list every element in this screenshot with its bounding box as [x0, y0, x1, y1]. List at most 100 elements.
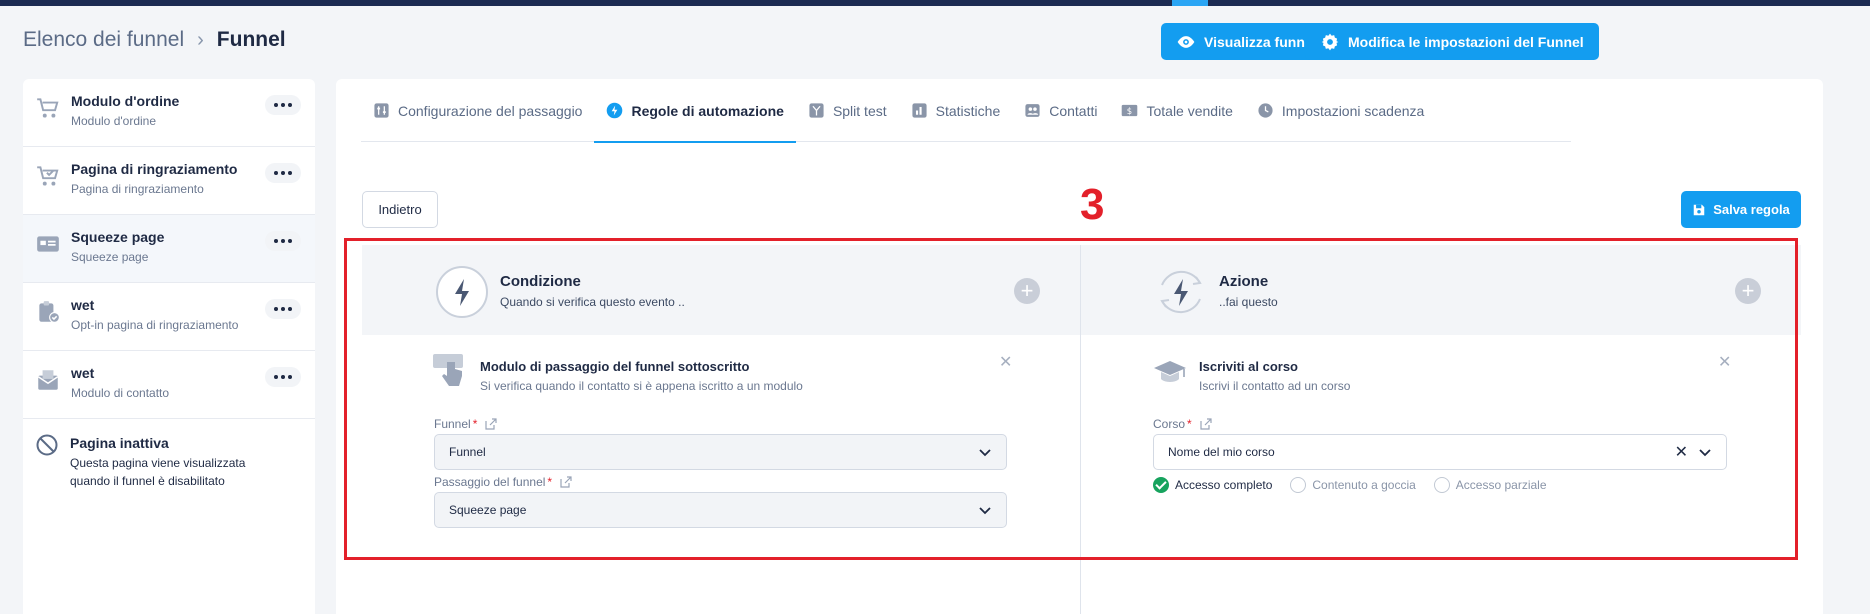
- tab-label: Totale vendite: [1146, 102, 1233, 119]
- action-rule-title: Iscriviti al corso: [1199, 359, 1298, 374]
- sliders-icon: [374, 103, 389, 118]
- radio-unchecked-icon: [1433, 477, 1450, 493]
- clear-icon[interactable]: ✕: [1675, 442, 1688, 462]
- funnel-select[interactable]: Funnel: [434, 434, 1007, 470]
- access-radio-group: Accesso completo Contenuto a goccia Acce…: [1153, 477, 1547, 493]
- funnel-settings-button[interactable]: Modifica le impostazioni del Funnel: [1305, 23, 1599, 60]
- split-icon: [809, 103, 824, 118]
- breadcrumb: Elenco dei funnel › Funnel: [23, 28, 286, 52]
- tab-label: Contatti: [1049, 102, 1098, 119]
- remove-action-button[interactable]: ✕: [1718, 352, 1731, 372]
- breadcrumb-separator: ›: [197, 28, 204, 51]
- condition-subtitle: Quando si verifica questo evento ..: [500, 295, 685, 309]
- radio-full-access[interactable]: Accesso completo: [1153, 477, 1272, 493]
- sidebar-item-subtitle: Squeeze page: [71, 250, 149, 264]
- form-icon: [37, 236, 59, 252]
- tab-label: Statistiche: [935, 102, 1001, 119]
- save-icon: [1693, 204, 1705, 215]
- dollar-icon: $: [1122, 104, 1138, 117]
- tab-contacts[interactable]: Contatti: [1012, 79, 1109, 142]
- pointer-hand-icon: [433, 354, 463, 386]
- breadcrumb-funnel-list[interactable]: Elenco dei funnel: [23, 28, 184, 52]
- tab-statistics[interactable]: Statistiche: [899, 79, 1013, 142]
- step-number-annotation: 3: [1080, 180, 1105, 229]
- sidebar-item-squeeze-page[interactable]: Squeeze page Squeeze page: [23, 215, 315, 283]
- course-field-label: Corso *: [1153, 417, 1212, 431]
- chevron-down-icon: [979, 507, 991, 515]
- contacts-icon: [1025, 104, 1040, 117]
- more-options-button[interactable]: [265, 367, 301, 387]
- funnel-field-label: Funnel *: [434, 417, 497, 431]
- back-button[interactable]: Indietro: [362, 191, 438, 228]
- course-select[interactable]: Nome del mio corso ✕: [1153, 434, 1727, 470]
- action-rule: Iscriviti al corso Iscrivi il contatto a…: [1152, 354, 1732, 398]
- radio-label: Accesso completo: [1175, 478, 1273, 492]
- action-column: Azione ..fai questo + Iscriviti al corso…: [1080, 245, 1801, 614]
- condition-rule: Modulo di passaggio del funnel sottoscri…: [433, 354, 1013, 398]
- cart-check-icon: [37, 166, 59, 186]
- funnel-label-text: Funnel: [434, 417, 471, 431]
- condition-rule-title: Modulo di passaggio del funnel sottoscri…: [480, 359, 750, 374]
- top-bar: [0, 0, 1870, 6]
- sidebar-item-subtitle: Questa pagina viene visualizzata quando …: [70, 456, 246, 488]
- bolt-icon: [436, 266, 488, 318]
- funnel-step-label-text: Passaggio del funnel: [434, 475, 546, 489]
- more-options-button[interactable]: [265, 299, 301, 319]
- main-panel: Configurazione del passaggio Regole di a…: [336, 79, 1823, 614]
- sidebar-item-thank-you[interactable]: Pagina di ringraziamento Pagina di ringr…: [23, 147, 315, 215]
- action-header: Azione ..fai questo +: [1081, 245, 1801, 335]
- disabled-icon: [36, 434, 58, 456]
- sidebar-item-wet-optin[interactable]: wet Opt-in pagina di ringraziamento: [23, 283, 315, 351]
- tab-automation-rules[interactable]: Regole di automazione: [594, 79, 797, 143]
- top-bar-accent: [1172, 0, 1208, 6]
- condition-column: Condizione Quando si verifica questo eve…: [362, 245, 1080, 614]
- sidebar-item-subtitle: Opt-in pagina di ringraziamento: [71, 318, 239, 332]
- funnel-select-value: Funnel: [449, 445, 486, 459]
- more-options-button[interactable]: [265, 231, 301, 251]
- tab-label: Configurazione del passaggio: [398, 102, 583, 119]
- tab-split-test[interactable]: Split test: [796, 79, 899, 142]
- radio-unchecked-icon: [1290, 477, 1307, 493]
- view-funnel-label: Visualizza funnel: [1204, 33, 1317, 50]
- action-subtitle: ..fai questo: [1219, 295, 1278, 309]
- radio-partial-access[interactable]: Accesso parziale: [1433, 477, 1547, 493]
- external-link-icon[interactable]: [485, 418, 497, 430]
- tab-label: Regole di automazione: [631, 102, 784, 119]
- chevron-down-icon: [979, 449, 991, 457]
- radio-checked-icon: [1153, 477, 1169, 493]
- condition-title: Condizione: [500, 273, 581, 290]
- breadcrumb-current: Funnel: [216, 28, 286, 51]
- action-rule-subtitle: Iscrivi il contatto ad un corso: [1199, 379, 1351, 393]
- external-link-icon[interactable]: [1200, 418, 1212, 430]
- sidebar-item-inactive-page[interactable]: Pagina inattiva Questa pagina viene visu…: [23, 419, 315, 490]
- more-options-button[interactable]: [265, 163, 301, 183]
- add-action-button[interactable]: +: [1735, 278, 1761, 304]
- radio-drip-content[interactable]: Contenuto a goccia: [1290, 477, 1416, 493]
- gear-icon: [1321, 33, 1339, 50]
- action-title: Azione: [1219, 273, 1269, 290]
- funnel-steps-sidebar: Modulo d'ordine Modulo d'ordine Pagina d…: [23, 79, 315, 614]
- required-marker: *: [1187, 417, 1192, 431]
- save-rule-button[interactable]: Salva regola: [1681, 191, 1801, 228]
- more-options-button[interactable]: [265, 95, 301, 115]
- clipboard-check-icon: [39, 301, 60, 323]
- sidebar-item-order-form[interactable]: Modulo d'ordine Modulo d'ordine: [23, 79, 315, 147]
- sidebar-item-wet-contact[interactable]: wet Modulo di contatto: [23, 351, 315, 419]
- envelope-icon: [37, 370, 59, 390]
- bolt-icon: [607, 102, 623, 119]
- add-condition-button[interactable]: +: [1014, 278, 1040, 304]
- funnel-step-select[interactable]: Squeeze page: [434, 492, 1007, 528]
- tab-expiry-settings[interactable]: Impostazioni scadenza: [1245, 79, 1436, 142]
- svg-text:$: $: [1127, 107, 1132, 117]
- remove-condition-button[interactable]: ✕: [999, 352, 1012, 372]
- save-rule-label: Salva regola: [1713, 202, 1790, 217]
- funnel-settings-label: Modifica le impostazioni del Funnel: [1348, 33, 1584, 50]
- tab-total-sales[interactable]: $ Totale vendite: [1109, 79, 1244, 142]
- tab-label: Impostazioni scadenza: [1281, 102, 1425, 119]
- chevron-down-icon: [1699, 449, 1711, 457]
- external-link-icon[interactable]: [560, 476, 572, 488]
- tab-label: Split test: [832, 102, 887, 119]
- sidebar-item-subtitle: Pagina di ringraziamento: [71, 182, 204, 196]
- tab-step-config[interactable]: Configurazione del passaggio: [361, 79, 594, 142]
- funnel-step-field-label: Passaggio del funnel *: [434, 475, 572, 489]
